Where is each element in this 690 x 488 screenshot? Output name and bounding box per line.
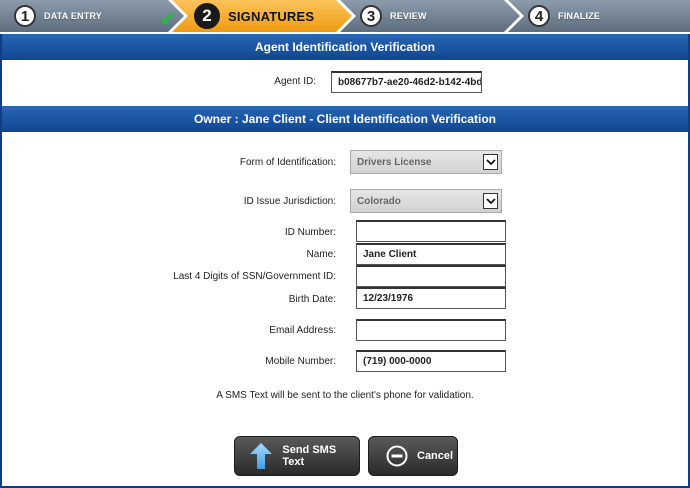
name-label: Name:	[306, 249, 336, 260]
send-sms-label: Send SMS Text	[282, 444, 337, 468]
step-finalize[interactable]: 4 FINALIZE	[514, 0, 690, 32]
birth-date-label: Birth Date:	[288, 294, 336, 305]
cancel-button[interactable]: Cancel	[368, 436, 458, 476]
agent-section-title: Agent Identification Verification	[2, 34, 688, 60]
form-of-id-value: Drivers License	[357, 156, 432, 168]
jurisdiction-label: ID Issue Jurisdiction:	[243, 196, 336, 207]
email-label: Email Address:	[269, 325, 336, 336]
cancel-label: Cancel	[417, 450, 454, 462]
sms-note: A SMS Text will be sent to the client's …	[216, 390, 474, 401]
step-number: 3	[360, 5, 382, 27]
name-field[interactable]: Jane Client	[356, 243, 506, 265]
step-label: SIGNATURES	[228, 8, 315, 24]
id-number-label: ID Number:	[284, 227, 336, 238]
ssn-label: Last 4 Digits of SSN/Government ID:	[173, 271, 336, 282]
check-icon: ✔	[160, 9, 177, 31]
step-number: 4	[528, 5, 550, 27]
form-of-id-select[interactable]: Drivers License	[350, 150, 502, 174]
verification-panel: Agent Identification Verification Agent …	[0, 34, 690, 488]
step-number: 1	[14, 5, 36, 27]
progress-stepper: 1 DATA ENTRY ✔ 2 SIGNATURES 3 REVIEW 4 F…	[0, 0, 690, 34]
step-label: FINALIZE	[558, 11, 601, 21]
jurisdiction-select[interactable]: Colorado	[350, 189, 502, 213]
email-field[interactable]	[356, 319, 506, 341]
jurisdiction-value: Colorado	[357, 195, 401, 207]
id-number-field[interactable]	[356, 220, 506, 242]
step-signatures[interactable]: 2 SIGNATURES	[180, 0, 340, 32]
mobile-label: Mobile Number:	[265, 356, 336, 367]
step-label: DATA ENTRY	[44, 11, 102, 21]
ssn-field[interactable]	[356, 265, 506, 287]
chevron-down-icon[interactable]	[483, 193, 498, 209]
minus-circle-icon	[385, 444, 409, 468]
agent-id-label: Agent ID:	[274, 76, 316, 87]
form-of-id-label: Form of Identification:	[239, 157, 336, 168]
send-sms-button[interactable]: Send SMS Text	[234, 436, 360, 476]
agent-id-field[interactable]: b08677b7-ae20-46d2-b142-4bd	[331, 71, 482, 93]
owner-section-title: Owner : Jane Client - Client Identificat…	[2, 106, 688, 132]
step-label: REVIEW	[390, 11, 427, 21]
chevron-down-icon[interactable]	[483, 154, 498, 170]
step-number: 2	[194, 3, 220, 29]
birth-date-field[interactable]: 12/23/1976	[356, 287, 506, 309]
step-data-entry[interactable]: 1 DATA ENTRY	[0, 0, 170, 32]
up-arrow-icon	[249, 443, 272, 469]
step-review[interactable]: 3 REVIEW	[346, 0, 506, 32]
mobile-field[interactable]: (719) 000-0000	[356, 350, 506, 372]
